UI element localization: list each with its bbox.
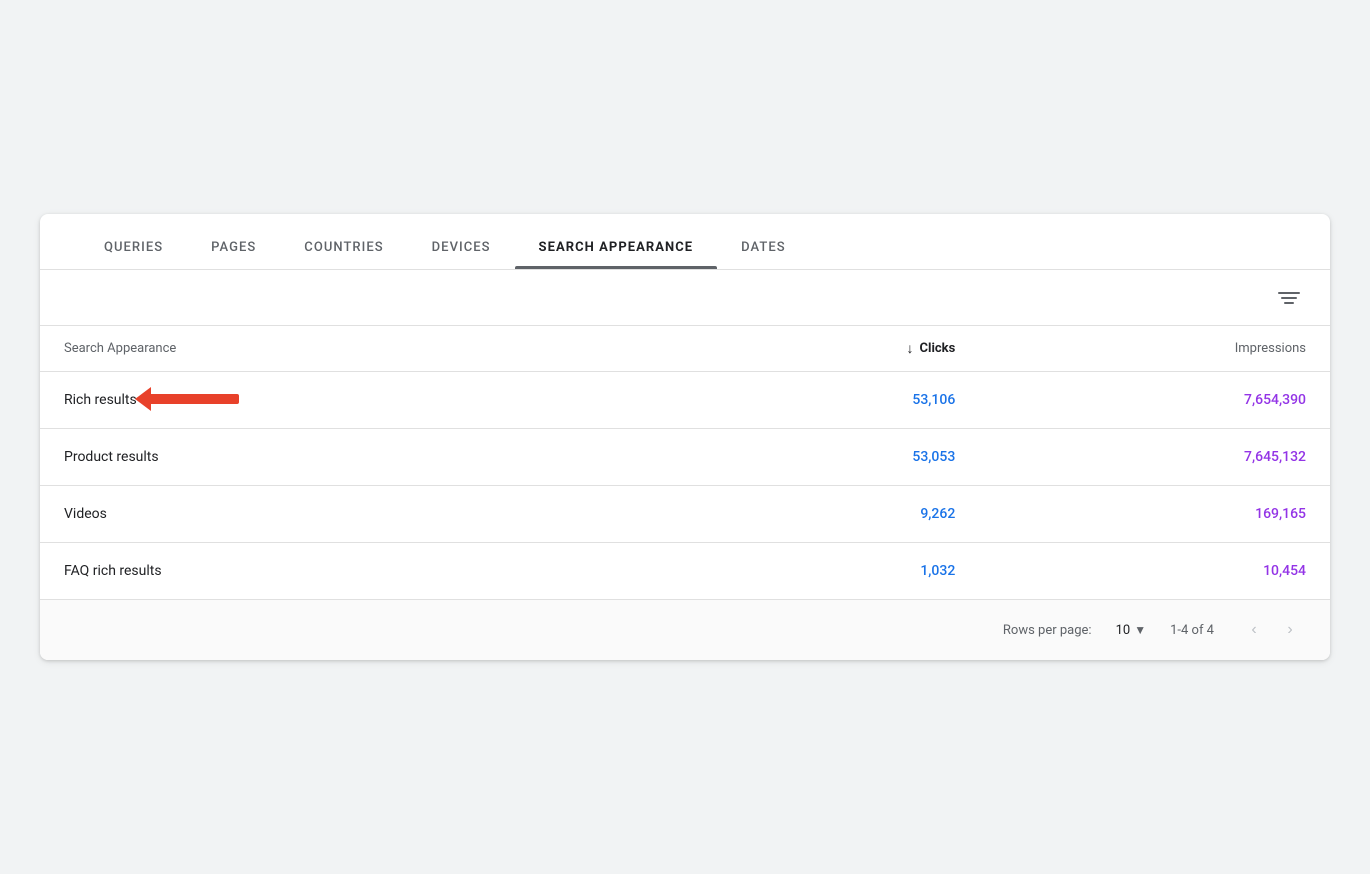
- table-body: Rich results53,1067,654,390Product resul…: [40, 372, 1330, 600]
- rows-per-page-label: Rows per page:: [1003, 623, 1092, 638]
- row-clicks-product-results: 53,053: [695, 429, 980, 486]
- sort-arrow-icon: ↓: [907, 340, 914, 357]
- main-card: QUERIESPAGESCOUNTRIESDEVICESSEARCH APPEA…: [40, 214, 1330, 660]
- arrow-annotation: [149, 394, 239, 404]
- arrow-body: [149, 394, 239, 404]
- filter-button[interactable]: [1272, 286, 1306, 310]
- tab-devices[interactable]: DEVICES: [408, 240, 515, 269]
- tab-countries[interactable]: COUNTRIES: [280, 240, 407, 269]
- table-footer: Rows per page: 10 ▼ 1-4 of 4 ‹ ›: [40, 599, 1330, 660]
- table-row: FAQ rich results1,03210,454: [40, 543, 1330, 600]
- col-header-clicks[interactable]: ↓ Clicks: [695, 326, 980, 372]
- tab-queries[interactable]: QUERIES: [80, 240, 187, 269]
- table-header-row: Search Appearance ↓ Clicks Impressions: [40, 326, 1330, 372]
- rows-dropdown-arrow-icon: ▼: [1134, 623, 1146, 637]
- prev-page-button[interactable]: ‹: [1238, 614, 1270, 646]
- tab-pages[interactable]: PAGES: [187, 240, 280, 269]
- row-impressions-videos: 169,165: [979, 486, 1330, 543]
- table-row: Videos9,262169,165: [40, 486, 1330, 543]
- page-info: 1-4 of 4: [1170, 623, 1214, 638]
- row-clicks-rich-results: 53,106: [695, 372, 980, 429]
- tab-search-appearance[interactable]: SEARCH APPEARANCE: [515, 240, 718, 269]
- data-table: Search Appearance ↓ Clicks Impressions R…: [40, 326, 1330, 599]
- row-impressions-product-results: 7,645,132: [979, 429, 1330, 486]
- next-page-button[interactable]: ›: [1274, 614, 1306, 646]
- col-header-impressions[interactable]: Impressions: [979, 326, 1330, 372]
- filter-row: [40, 270, 1330, 326]
- row-name-videos: Videos: [40, 486, 695, 543]
- row-name-faq-rich-results: FAQ rich results: [40, 543, 695, 600]
- tab-navigation: QUERIESPAGESCOUNTRIESDEVICESSEARCH APPEA…: [40, 214, 1330, 270]
- tab-dates[interactable]: DATES: [717, 240, 810, 269]
- table-row: Product results53,0537,645,132: [40, 429, 1330, 486]
- col-header-name: Search Appearance: [40, 326, 695, 372]
- rows-per-page-value: 10: [1116, 623, 1131, 638]
- row-clicks-videos: 9,262: [695, 486, 980, 543]
- pagination-nav: ‹ ›: [1238, 614, 1306, 646]
- row-name-product-results: Product results: [40, 429, 695, 486]
- row-impressions-faq-rich-results: 10,454: [979, 543, 1330, 600]
- row-clicks-faq-rich-results: 1,032: [695, 543, 980, 600]
- rows-per-page-select[interactable]: 10 ▼: [1116, 623, 1147, 638]
- row-name-rich-results: Rich results: [40, 372, 695, 429]
- table-row: Rich results53,1067,654,390: [40, 372, 1330, 429]
- row-impressions-rich-results: 7,654,390: [979, 372, 1330, 429]
